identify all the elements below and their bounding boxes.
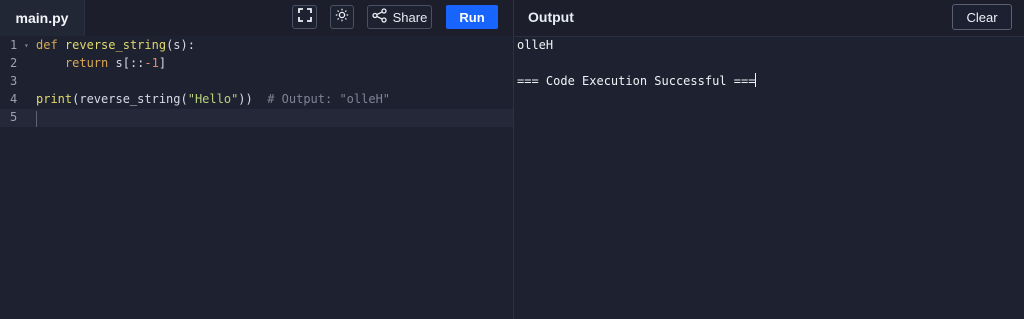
output-caret — [755, 73, 757, 87]
fullscreen-button[interactable] — [292, 5, 317, 29]
line-number: 3 — [10, 74, 18, 88]
code-line-5[interactable]: 5 — [0, 109, 513, 127]
output-title: Output — [528, 9, 574, 25]
file-tab-main-py[interactable]: main.py — [0, 0, 85, 36]
fold-arrow-icon[interactable]: ▾ — [24, 37, 29, 55]
output-panel[interactable]: olleH === Code Execution Successful === — [517, 36, 1017, 319]
code-line-4[interactable]: 4 print(reverse_string("Hello")) # Outpu… — [0, 91, 513, 109]
share-label: Share — [392, 9, 428, 25]
theme-toggle-button[interactable] — [330, 5, 354, 29]
clear-button[interactable]: Clear — [952, 4, 1012, 30]
line-number: 5 — [10, 110, 18, 124]
panel-divider[interactable] — [513, 0, 514, 319]
code-line-2[interactable]: 2 return s[::-1] — [0, 55, 513, 73]
code-line-1[interactable]: 1 ▾ def reverse_string(s): — [0, 37, 513, 55]
top-toolbar: main.py Share Run Output Clear — [0, 0, 1024, 37]
editor-cursor — [36, 111, 37, 127]
output-line: olleH — [517, 38, 554, 52]
code-content[interactable]: print(reverse_string("Hello")) # Output:… — [36, 92, 390, 106]
code-content[interactable]: def reverse_string(s): — [36, 38, 195, 52]
code-line-3[interactable]: 3 — [0, 73, 513, 91]
line-number: 4 — [10, 92, 18, 106]
output-line: === Code Execution Successful === — [517, 73, 757, 88]
line-number: 1 — [10, 38, 18, 52]
share-icon — [371, 8, 387, 26]
line-number: 2 — [10, 56, 18, 70]
code-content[interactable]: return s[::-1] — [36, 56, 166, 70]
code-editor[interactable]: 1 ▾ def reverse_string(s): 2 return s[::… — [0, 36, 513, 319]
run-button[interactable]: Run — [446, 5, 498, 29]
fullscreen-icon — [297, 7, 312, 27]
sun-icon — [335, 8, 349, 27]
code-runner-app: main.py Share Run Output Clear 1 ▾ def r… — [0, 0, 1024, 319]
share-button[interactable]: Share — [367, 5, 432, 29]
